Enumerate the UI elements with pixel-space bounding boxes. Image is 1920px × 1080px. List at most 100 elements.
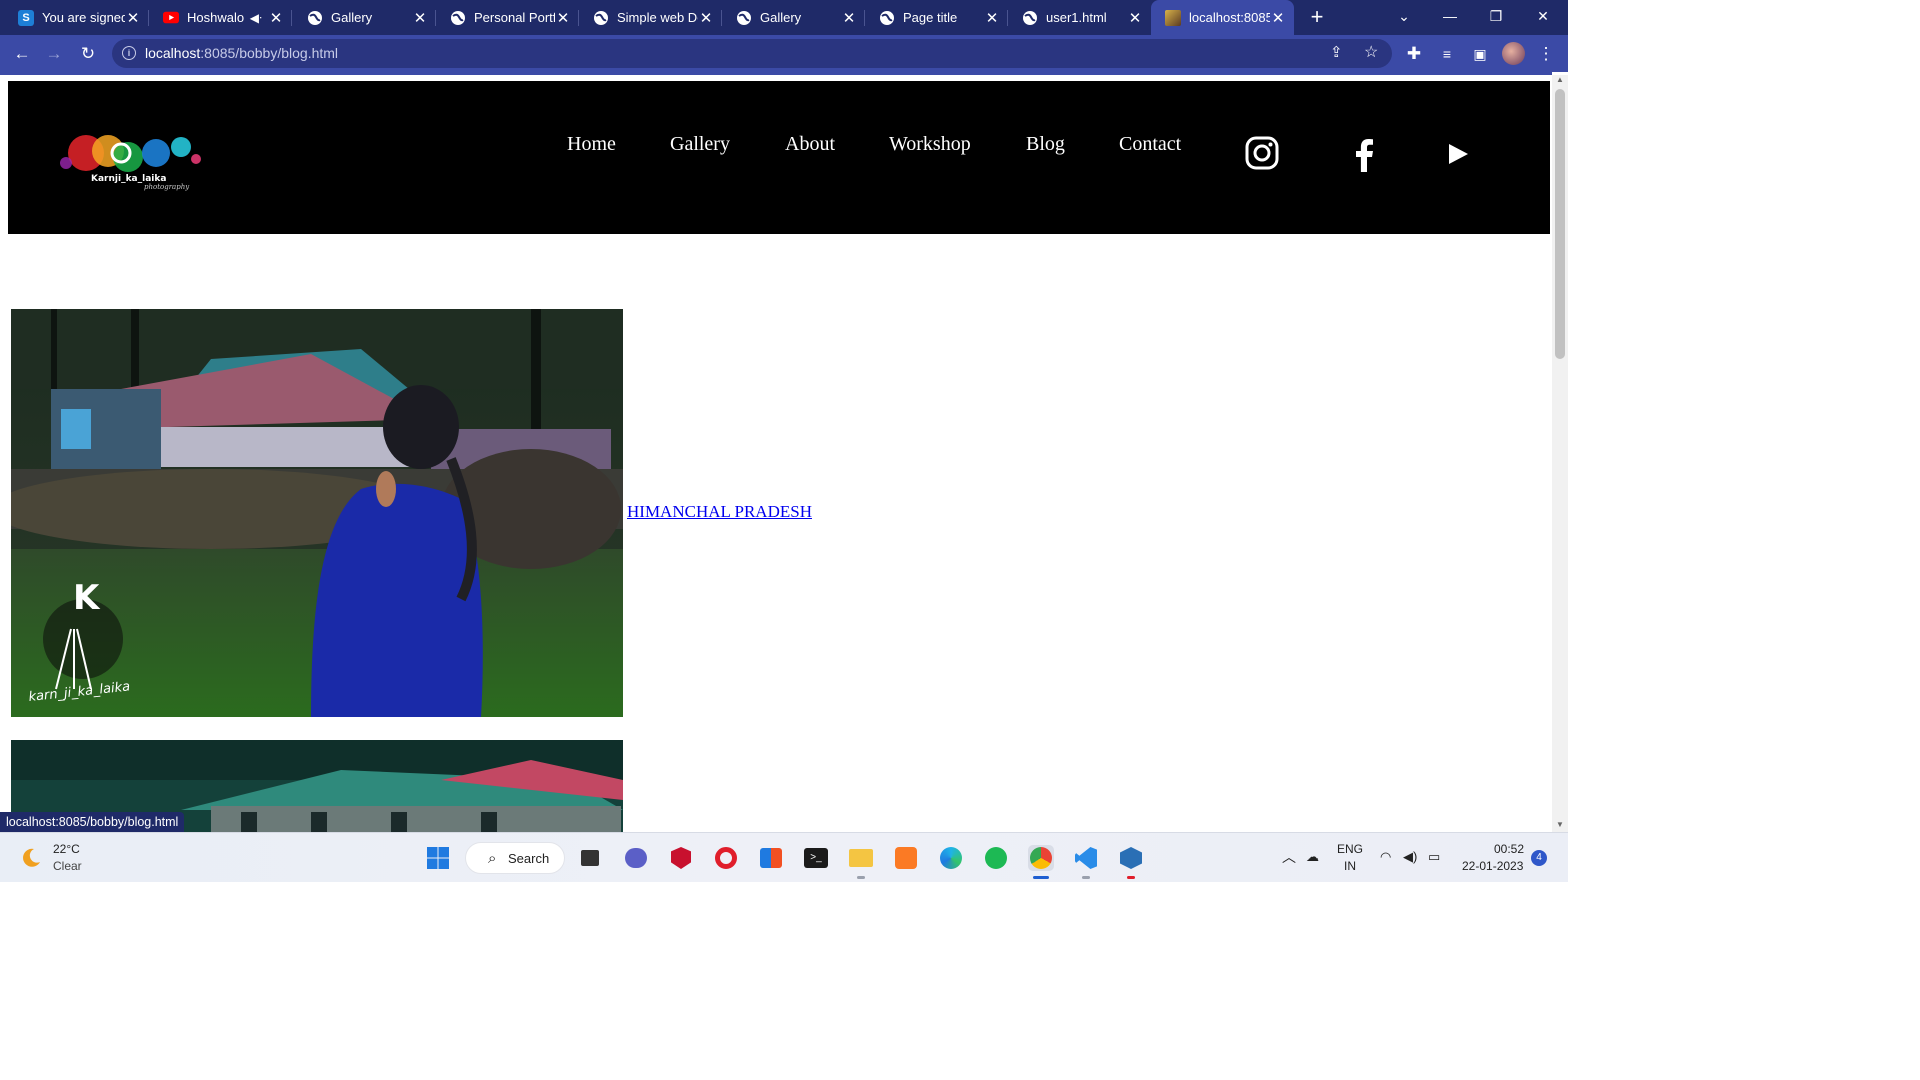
virtualbox-icon[interactable] — [1118, 845, 1144, 871]
spotify-icon[interactable] — [983, 845, 1009, 871]
extensions-icon[interactable]: ✚ — [1401, 41, 1427, 67]
terminal-icon[interactable]: >_ — [803, 845, 829, 871]
address-bar[interactable]: i localhost:8085/bobby/blog.html ⇪ ☆ — [112, 39, 1392, 68]
xampp-icon[interactable] — [893, 845, 919, 871]
browser-tab[interactable]: Simple web De ✕ — [579, 0, 722, 35]
browser-tab-strip: S You are signed ✕ Hoshwalo ◀ᐧ ✕ Gallery… — [0, 0, 1568, 35]
restore-button[interactable]: ❐ — [1473, 0, 1519, 35]
bookmark-star-icon[interactable]: ☆ — [1364, 42, 1378, 62]
taskbar-search[interactable]: ⌕ Search — [465, 842, 565, 874]
nav-workshop[interactable]: Workshop — [889, 133, 971, 156]
browser-tab-active[interactable]: localhost:8085 ✕ — [1151, 0, 1294, 35]
chat-icon[interactable] — [623, 845, 649, 871]
tab-title: Hoshwalo — [187, 10, 245, 25]
site-logo[interactable]: Karnji_ka_laika photography — [46, 123, 221, 195]
site-logo-icon — [1165, 9, 1181, 26]
nav-home[interactable]: Home — [567, 133, 616, 156]
scroll-up-icon[interactable]: ▲ — [1552, 75, 1568, 87]
profile-avatar[interactable] — [1502, 42, 1525, 65]
instagram-icon[interactable] — [1245, 136, 1279, 170]
browser-tab[interactable]: user1.html ✕ — [1008, 0, 1151, 35]
browser-tab[interactable]: Gallery ✕ — [722, 0, 865, 35]
close-icon[interactable]: ✕ — [984, 9, 1000, 27]
language-top[interactable]: ENG — [1337, 842, 1363, 856]
forward-button[interactable]: → — [41, 41, 67, 67]
task-view-icon[interactable] — [577, 845, 603, 871]
media-control-icon[interactable]: ≡ — [1434, 41, 1460, 67]
facebook-icon[interactable] — [1352, 138, 1376, 172]
tab-search-button[interactable]: ⌄ — [1381, 0, 1427, 35]
side-panel-icon[interactable]: ▣ — [1467, 41, 1493, 67]
clock-date[interactable]: 22-01-2023 — [1462, 859, 1523, 873]
file-explorer-icon[interactable] — [848, 845, 874, 871]
browser-tab[interactable]: Gallery ✕ — [293, 0, 436, 35]
youtube-icon — [163, 10, 179, 26]
globe-icon — [1022, 10, 1038, 26]
tab-title: You are signed — [42, 10, 125, 25]
back-button[interactable]: ← — [9, 41, 35, 67]
globe-icon — [879, 10, 895, 26]
wifi-icon[interactable]: ◠ — [1380, 849, 1391, 865]
windows-start-icon[interactable] — [425, 845, 451, 871]
onedrive-icon[interactable]: ☁ — [1306, 849, 1319, 865]
close-icon[interactable]: ✕ — [412, 9, 428, 27]
mcafee-icon[interactable] — [668, 845, 694, 871]
tab-title: Gallery — [760, 10, 802, 25]
share-icon[interactable]: ⇪ — [1330, 43, 1343, 61]
s-icon: S — [18, 9, 34, 26]
opera-icon[interactable] — [713, 845, 739, 871]
post-title-link[interactable]: HIMANCHAL PRADESH — [627, 502, 812, 522]
close-icon[interactable]: ✕ — [268, 9, 284, 27]
minimize-button[interactable]: — — [1427, 0, 1473, 35]
close-icon[interactable]: ✕ — [698, 9, 714, 27]
edge-icon[interactable] — [938, 845, 964, 871]
vscode-icon[interactable] — [1073, 845, 1099, 871]
close-icon[interactable]: ✕ — [125, 9, 141, 27]
browser-tab[interactable]: Hoshwalo ◀ᐧ ✕ — [149, 0, 292, 35]
address-url[interactable]: localhost:8085/bobby/blog.html — [145, 45, 338, 61]
chrome-icon[interactable] — [1028, 845, 1054, 871]
browser-tab[interactable]: Page title ✕ — [865, 0, 1008, 35]
globe-icon — [593, 10, 609, 26]
running-indicator — [857, 876, 865, 879]
browser-tab[interactable]: S You are signed ✕ — [4, 0, 149, 35]
close-icon[interactable]: ✕ — [841, 9, 857, 27]
speaker-muted-icon[interactable]: ◀ᐧ — [250, 11, 262, 25]
link-status-bubble: localhost:8085/bobby/blog.html — [0, 812, 185, 832]
running-indicator — [1127, 876, 1135, 879]
youtube-play-icon[interactable] — [1447, 143, 1469, 165]
page-scrollbar[interactable]: ▲ ▼ — [1552, 75, 1568, 832]
scrollbar-thumb[interactable] — [1555, 89, 1565, 359]
post-photo[interactable]: K karn_ji_ka_laika — [11, 309, 623, 717]
battery-icon[interactable]: ▭ — [1428, 849, 1440, 865]
browser-tab[interactable]: Personal Portfo ✕ — [436, 0, 579, 35]
scroll-down-icon[interactable]: ▼ — [1552, 820, 1568, 832]
tab-title: Personal Portfo — [474, 10, 555, 25]
close-icon[interactable]: ✕ — [555, 9, 571, 27]
menu-icon[interactable]: ⋮ — [1533, 41, 1559, 67]
nav-blog[interactable]: Blog — [1026, 133, 1065, 156]
close-window-button[interactable]: ✕ — [1520, 0, 1566, 35]
windows-taskbar: 22°C Clear ⌕ Search >_ ︿ ☁ ENG IN ◠ ◀) ▭… — [0, 832, 1568, 882]
close-icon[interactable]: ✕ — [1127, 9, 1143, 27]
new-tab-button[interactable]: + — [1304, 4, 1330, 30]
reload-button[interactable]: ↻ — [75, 41, 101, 67]
language-bottom[interactable]: IN — [1344, 859, 1356, 873]
tab-title: Page title — [903, 10, 958, 25]
site-info-icon[interactable]: i — [122, 46, 136, 60]
globe-icon — [450, 10, 466, 26]
weather-condition[interactable]: Clear — [53, 859, 82, 873]
notification-badge[interactable]: 4 — [1531, 850, 1547, 866]
clock-time[interactable]: 00:52 — [1494, 842, 1524, 856]
weather-temperature[interactable]: 22°C — [53, 842, 80, 856]
store-icon[interactable] — [758, 845, 784, 871]
nav-gallery[interactable]: Gallery — [670, 133, 730, 156]
active-indicator — [1033, 876, 1049, 879]
chevron-up-icon[interactable]: ︿ — [1282, 847, 1296, 867]
globe-icon — [736, 10, 752, 26]
moon-icon[interactable] — [20, 847, 42, 869]
close-icon[interactable]: ✕ — [1270, 9, 1286, 27]
volume-icon[interactable]: ◀) — [1403, 849, 1417, 865]
nav-about[interactable]: About — [785, 133, 835, 156]
nav-contact[interactable]: Contact — [1119, 133, 1181, 156]
